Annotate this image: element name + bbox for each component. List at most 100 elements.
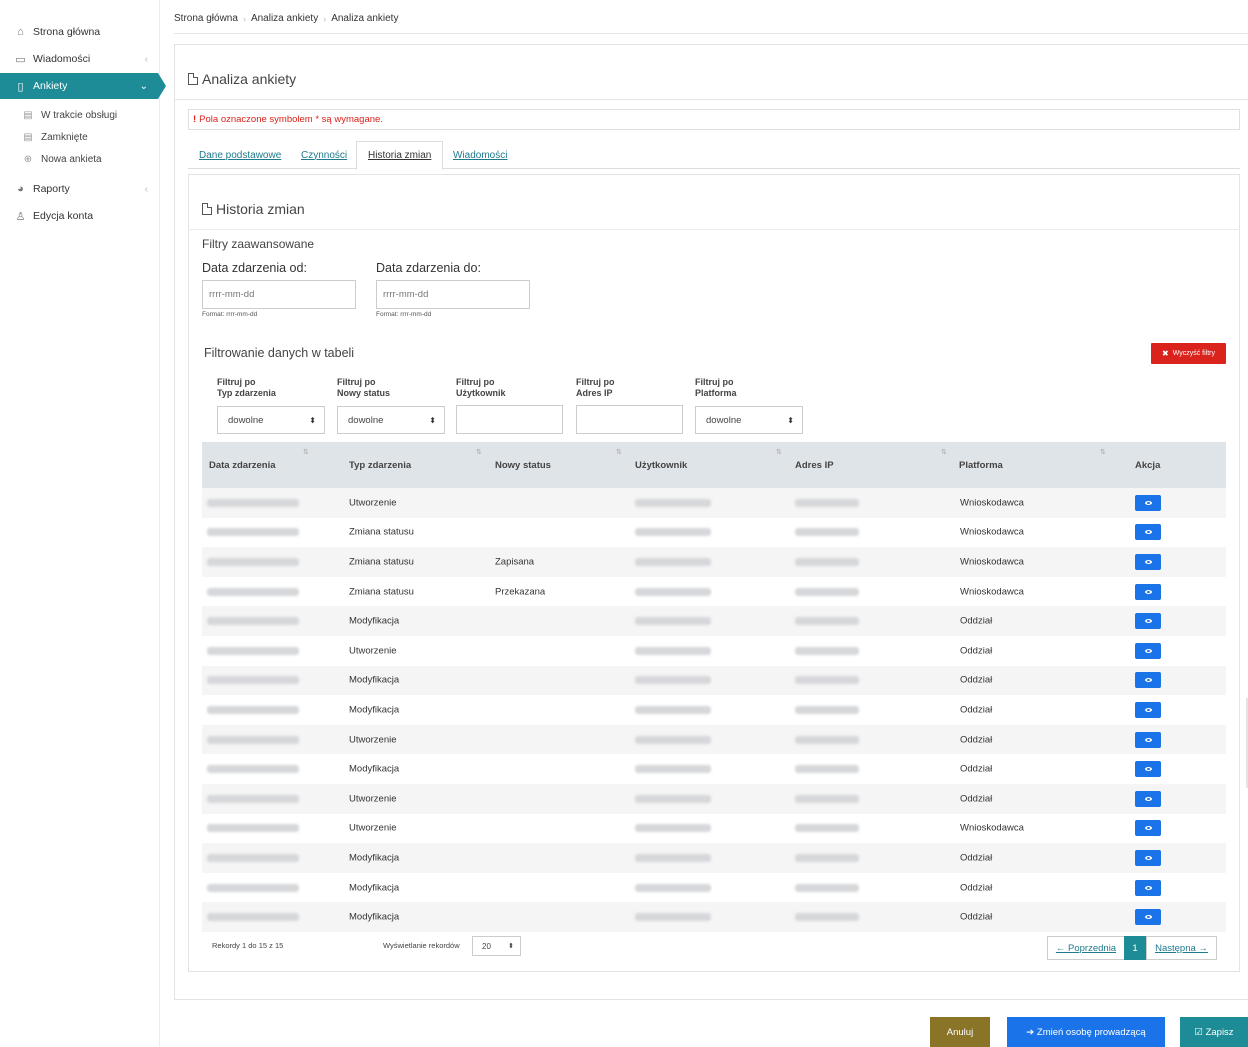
column-header-type[interactable]: Typ zdarzenia [349,460,411,471]
change-owner-button[interactable]: ➔ Zmień osobę prowadzącą [1007,1017,1165,1047]
redacted-ip [795,853,859,862]
sidebar-item-home[interactable]: ⌂ Strona główna [0,19,160,45]
table-header: ⇅ ⇅ ⇅ ⇅ ⇅ ⇅ Data zdarzenia Typ zdarzenia… [202,442,1226,488]
view-button[interactable] [1135,701,1161,718]
redacted-ip [795,557,859,566]
clear-filters-button[interactable]: ✖ Wyczyść filtry [1151,343,1226,364]
filter-label-line: Typ zdarzenia [217,388,276,398]
column-header-date[interactable]: Data zdarzenia [209,460,276,471]
redacted-ip [795,587,859,596]
sidebar-subitem-new-survey[interactable]: ⊕ Nowa ankieta [0,148,160,170]
cell-type: Utworzenie [349,822,397,834]
filter-type-select[interactable]: dowolne ⬍ [217,406,325,434]
pagination-page[interactable]: 1 [1124,936,1146,960]
cell-platform: Oddział [960,645,993,657]
records-info: Rekordy 1 do 15 z 15 [212,941,284,950]
sidebar-item-reports[interactable]: ◕ Raporty ‹ [0,176,160,202]
redacted-user [635,794,711,803]
redacted-user [635,824,711,833]
sort-icon[interactable]: ⇅ [616,448,622,456]
select-value: dowolne [348,414,384,426]
sidebar-item-messages[interactable]: ▭ Wiadomości ‹ [0,46,160,72]
breadcrumb-item[interactable]: Strona główna [174,13,238,24]
cell-type: Modyfikacja [349,763,400,775]
date-from-input[interactable]: rrrr-mm-dd [202,280,356,309]
view-button[interactable] [1135,494,1161,511]
sidebar-subitem-in-progress[interactable]: ▤ W trakcie obsługi [0,104,160,126]
pagination-prev[interactable]: ← Poprzednia [1047,936,1125,960]
sidebar-subitem-closed[interactable]: ▤ Zamknięte [0,126,160,148]
redacted-date [207,557,299,566]
view-button[interactable] [1135,524,1161,541]
cell-type: Utworzenie [349,645,397,657]
column-header-platform[interactable]: Platforma [959,460,1003,471]
table-row: Modyfikacja Oddział [202,606,1226,636]
sort-icon[interactable]: ⇅ [303,448,309,456]
select-value: 20 [482,941,491,951]
redacted-date [207,824,299,833]
breadcrumb-item[interactable]: Analiza ankiety [251,13,318,24]
sort-icon[interactable]: ⇅ [776,448,782,456]
pagination-next[interactable]: Następna → [1146,936,1217,960]
filter-label-line: Filtruj po [337,377,376,387]
filter-label-line: Platforma [695,388,737,398]
tab-basic-data[interactable]: Dane podstawowe [188,141,292,169]
sort-icon[interactable]: ⇅ [941,448,947,456]
view-button[interactable] [1135,553,1161,570]
document-icon [202,203,212,215]
page-title: Analiza ankiety [188,71,296,87]
clear-filters-label: Wyczyść filtry [1172,350,1216,357]
table-row: Zmiana statusu Zapisana Wnioskodawca [202,547,1226,577]
filter-user-input[interactable] [456,405,563,434]
redacted-date [207,794,299,803]
eye-icon [1144,885,1152,890]
view-button[interactable] [1135,909,1161,926]
redacted-ip [795,913,859,922]
redacted-user [635,528,711,537]
cancel-button[interactable]: Anuluj [930,1017,990,1047]
table-row: Modyfikacja Oddział [202,695,1226,725]
redacted-date [207,765,299,774]
view-button[interactable] [1135,731,1161,748]
view-button[interactable] [1135,820,1161,837]
tab-messages[interactable]: Wiadomości [442,141,518,169]
sort-icon[interactable]: ⇅ [476,448,482,456]
column-header-ip[interactable]: Adres IP [795,460,834,471]
date-to-input[interactable]: rrrr-mm-dd [376,280,530,309]
filter-ip-input[interactable] [576,405,683,434]
per-page-select[interactable]: 20 ⬍ [472,936,521,956]
view-button[interactable] [1135,849,1161,866]
tab-activities[interactable]: Czynności [290,141,358,169]
redacted-date [207,705,299,714]
view-button[interactable] [1135,672,1161,689]
cell-platform: Wnioskodawca [960,586,1024,598]
table-row: Zmiana statusu Wnioskodawca [202,518,1226,548]
cell-type: Modyfikacja [349,911,400,923]
filter-platform-select[interactable]: dowolne ⬍ [695,406,803,434]
view-button[interactable] [1135,790,1161,807]
sort-icon[interactable]: ⇅ [1100,448,1106,456]
eye-icon [1144,826,1152,831]
view-button[interactable] [1135,613,1161,630]
redacted-ip [795,705,859,714]
save-button[interactable]: ☑ Zapisz [1180,1017,1248,1047]
cell-platform: Oddział [960,704,993,716]
table-row: Utworzenie Oddział [202,724,1226,755]
filter-label-line: Adres IP [576,388,613,398]
file-icon: ▤ [23,131,33,143]
cell-type: Utworzenie [349,497,397,509]
chevron-down-icon: ⌄ [139,80,148,92]
column-header-status[interactable]: Nowy status [495,460,551,471]
view-button[interactable] [1135,761,1161,778]
sidebar-item-account[interactable]: ♙ Edycja konta [0,203,160,229]
table-row: Modyfikacja Oddział [202,873,1226,903]
view-button[interactable] [1135,583,1161,600]
tab-change-history[interactable]: Historia zmian [356,141,444,170]
view-button[interactable] [1135,642,1161,659]
sidebar-item-surveys[interactable]: ▯ Ankiety ⌄ [0,73,166,99]
redacted-date [207,617,299,626]
column-header-user[interactable]: Użytkownik [635,460,687,471]
filter-status-select[interactable]: dowolne ⬍ [337,406,445,434]
breadcrumb-separator-icon: › [242,13,246,24]
view-button[interactable] [1135,879,1161,896]
